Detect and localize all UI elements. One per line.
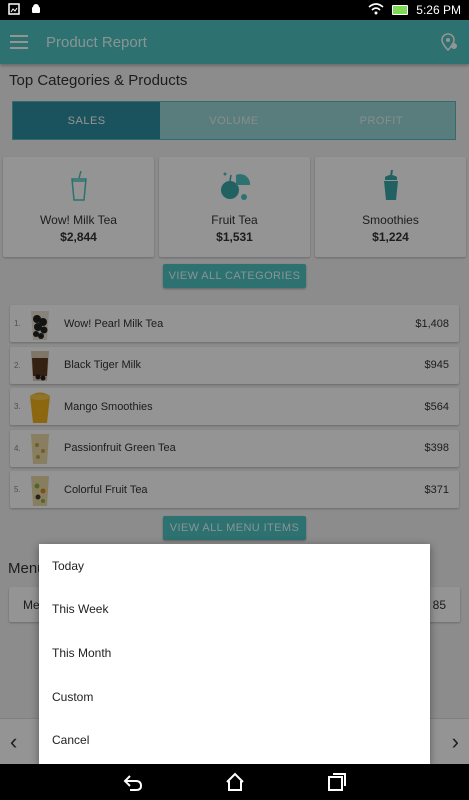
option-custom[interactable]: Custom xyxy=(39,675,430,719)
home-icon[interactable] xyxy=(224,771,246,793)
system-nav-bar xyxy=(0,764,469,800)
date-range-dialog: Today This Week This Month Custom Cancel xyxy=(39,544,430,764)
option-this-week[interactable]: This Week xyxy=(39,588,430,632)
option-this-month[interactable]: This Month xyxy=(39,631,430,675)
image-notification-icon xyxy=(8,2,20,18)
android-icon xyxy=(30,3,42,18)
battery-icon xyxy=(392,5,409,15)
option-today[interactable]: Today xyxy=(39,544,430,588)
status-bar: 5:26 PM xyxy=(0,0,469,20)
back-icon[interactable] xyxy=(122,771,144,793)
wifi-icon xyxy=(368,2,384,18)
option-cancel[interactable]: Cancel xyxy=(39,718,430,762)
clock: 5:26 PM xyxy=(416,3,461,17)
recent-apps-icon[interactable] xyxy=(326,771,348,793)
